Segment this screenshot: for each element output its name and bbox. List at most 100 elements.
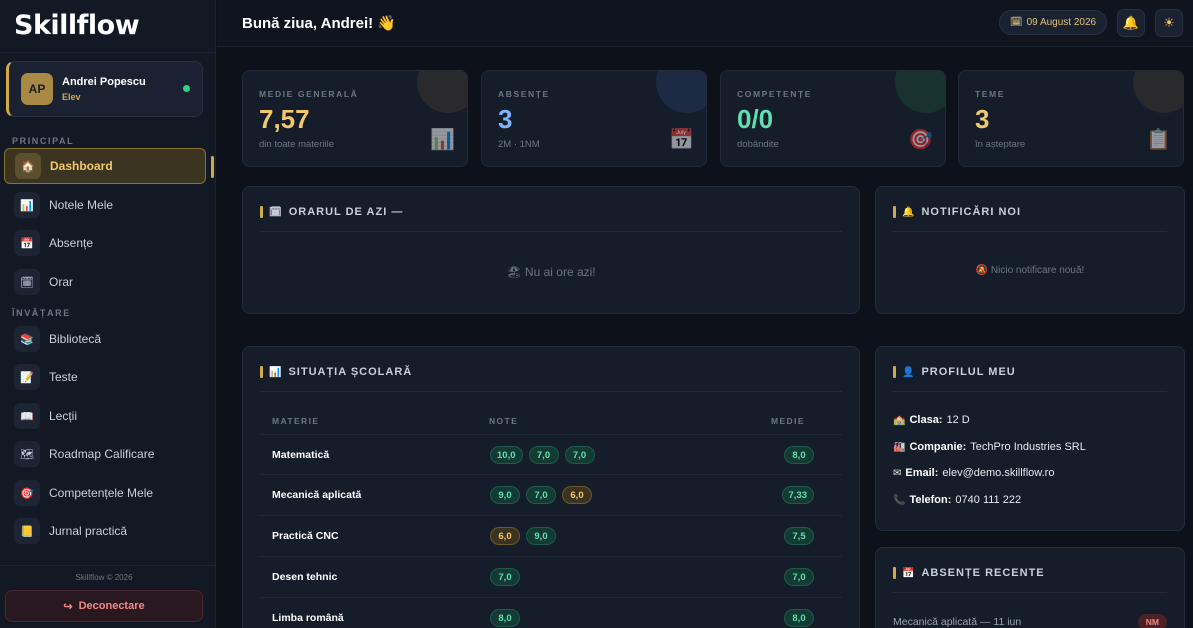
sidebar-item-teste[interactable]: 📝 Teste: [4, 359, 206, 395]
divider: [260, 391, 842, 392]
sidebar-item-orar[interactable]: 🗓 Orar: [4, 264, 206, 300]
notifications-panel: 🔔 NOTIFICĂRI NOI 🔕 Nicio notificare nouă…: [875, 186, 1185, 314]
sidebar-item-dashboard[interactable]: 🏠 Dashboard: [4, 148, 206, 184]
section-title-invatare: ÎNVĂȚARE: [12, 308, 71, 318]
decorative-circle: [656, 71, 706, 113]
subject-name: Mecanică aplicată: [272, 489, 362, 501]
divider: [260, 231, 842, 232]
book-icon: 📖: [14, 403, 40, 429]
calendar-icon: 📅: [902, 567, 916, 579]
chart-icon: 📊: [269, 366, 283, 378]
date-badge: 🗓 09 August 2026: [999, 10, 1107, 35]
grade-pill: 9,0: [490, 486, 520, 504]
clipboard-icon: 📋: [1146, 129, 1171, 151]
sidebar-item-label: Teste: [49, 370, 78, 384]
envelope-icon: ✉: [893, 467, 902, 479]
profile-title: PROFILUL MEU: [921, 366, 1016, 378]
bell-icon: 🔔: [1122, 15, 1140, 30]
stat-label: COMPETENȚE: [737, 89, 813, 99]
chart-icon: 📊: [430, 129, 455, 151]
grade-pill: 10,0: [490, 446, 523, 464]
stat-sub: din toate materiile: [259, 139, 334, 150]
profile-key: Email:: [905, 467, 939, 479]
stat-card-competente: COMPETENȚE 0/0 dobândite 🎯: [720, 70, 946, 167]
stat-label: ABSENȚE: [498, 89, 550, 99]
schedule-empty-message: 🏖 Nu ai ore azi!: [506, 265, 596, 279]
calendar-icon: 🗓: [269, 206, 283, 218]
table-row[interactable]: Mecanică aplicată 9,0 7,0 6,0 7,33: [260, 474, 842, 515]
grade-list: 9,0 7,0 6,0: [490, 486, 592, 504]
theme-toggle-button[interactable]: ☀: [1155, 9, 1183, 37]
decorative-circle: [1133, 71, 1183, 113]
target-icon: 🎯: [14, 480, 40, 506]
target-icon: 🎯: [908, 129, 933, 151]
grade-pill: 6,0: [562, 486, 592, 504]
subject-name: Limba română: [272, 612, 344, 624]
schedule-title: ORARUL DE AZI —: [288, 206, 404, 218]
grade-pill: 7,0: [526, 486, 556, 504]
sidebar-item-absente[interactable]: 📅 Absențe: [4, 225, 206, 261]
sidebar-item-label: Notele Mele: [49, 198, 114, 212]
sidebar-item-label: Bibliotecă: [49, 332, 102, 346]
school-icon: 🏫: [893, 414, 906, 426]
stat-card-absente: ABSENȚE 3 2M · 1NM 📅: [481, 70, 707, 167]
app-logo[interactable]: Skillflow: [14, 10, 140, 41]
profile-value: 0740 111 222: [955, 494, 1022, 506]
sidebar: Skillflow AP Andrei Popescu Elev PRINCIP…: [0, 0, 216, 628]
notifications-button[interactable]: 🔔: [1117, 9, 1145, 37]
column-header-materie: MATERIE: [272, 416, 320, 426]
sidebar-item-competentele-mele[interactable]: 🎯 Competențele Mele: [4, 475, 206, 511]
phone-icon: 📞: [893, 494, 906, 506]
divider: [893, 592, 1167, 593]
table-row[interactable]: Limba română 8,0 8,0: [260, 597, 842, 628]
chart-icon: 📊: [14, 192, 40, 218]
column-header-medie: MEDIE: [771, 416, 805, 426]
user-icon: 👤: [902, 366, 916, 378]
sidebar-item-label: Jurnal practică: [49, 524, 128, 538]
home-icon: 🏠: [15, 153, 41, 179]
accent-bar: [260, 206, 263, 218]
logout-button[interactable]: ↪ Deconectare: [5, 590, 203, 622]
factory-icon: 🏭: [893, 441, 906, 453]
top-header: Bună ziua, Andrei! 👋 🗓 09 August 2026 🔔 …: [217, 0, 1193, 47]
stat-value: 0/0: [737, 104, 774, 134]
stat-value: 3: [498, 104, 513, 134]
divider: [893, 391, 1167, 392]
decorative-circle: [417, 71, 467, 113]
notifications-empty-message: 🔕 Nicio notificare nouă!: [975, 265, 1085, 276]
test-icon: 📝: [14, 364, 40, 390]
map-icon: 🗺: [14, 441, 40, 467]
table-row[interactable]: Desen tehnic 7,0 7,0: [260, 556, 842, 597]
sidebar-item-roadmap-calificare[interactable]: 🗺 Roadmap Calificare: [4, 436, 206, 472]
stat-value: 7,57: [259, 104, 310, 134]
profile-key: Clasa:: [909, 414, 943, 426]
average-pill: 7,5: [784, 527, 814, 545]
online-status-dot: [183, 85, 190, 92]
stat-sub: în așteptare: [975, 139, 1026, 150]
sidebar-item-lectii[interactable]: 📖 Lecții: [4, 398, 206, 434]
divider: [0, 52, 216, 53]
user-card[interactable]: AP Andrei Popescu Elev: [6, 61, 203, 117]
logout-label: Deconectare: [78, 600, 145, 612]
calendar-icon: 📅: [14, 230, 40, 256]
stat-value: 3: [975, 104, 990, 134]
profile-phone: 📞 Telefon: 0740 111 222: [893, 494, 1021, 506]
table-row[interactable]: Practică CNC 6,0 9,0 7,5: [260, 515, 842, 556]
subject-name: Practică CNC: [272, 530, 339, 542]
schedule-panel: 🗓 ORARUL DE AZI — 🏖 Nu ai ore azi!: [242, 186, 860, 314]
stat-label: TEME: [975, 89, 1006, 99]
page-title: Bună ziua, Andrei! 👋: [242, 15, 396, 32]
profile-value: 12 D: [946, 414, 970, 426]
grade-pill: 6,0: [490, 527, 520, 545]
sidebar-item-jurnal-practica[interactable]: 📒 Jurnal practică: [4, 513, 206, 549]
sidebar-item-notele-mele[interactable]: 📊 Notele Mele: [4, 187, 206, 223]
grade-pill: 9,0: [526, 527, 556, 545]
sidebar-item-label: Lecții: [49, 409, 78, 423]
status-badge: NM: [1137, 614, 1167, 628]
recent-absences-title: ABSENȚE RECENTE: [921, 567, 1045, 579]
sidebar-item-biblioteca[interactable]: 📚 Bibliotecă: [4, 321, 206, 357]
table-row[interactable]: Matematică 10,0 7,0 7,0 8,0: [260, 434, 842, 475]
stat-label: MEDIE GENERALĂ: [259, 89, 359, 99]
decorative-circle: [895, 71, 945, 113]
date-text: 09 August 2026: [1026, 17, 1097, 28]
